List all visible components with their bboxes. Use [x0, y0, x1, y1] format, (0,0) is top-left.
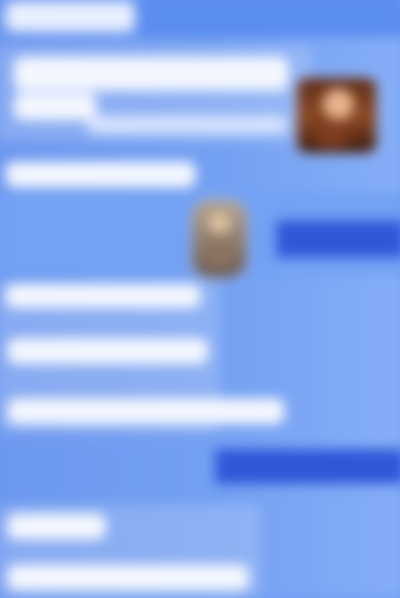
story-title-4[interactable]: [8, 399, 283, 423]
feed-canvas: [0, 0, 400, 598]
headline-line-3: [88, 116, 287, 132]
story-title-3[interactable]: [8, 339, 207, 363]
divider: [0, 441, 400, 442]
story-title-6[interactable]: [8, 565, 248, 589]
story-title-5[interactable]: [8, 514, 105, 538]
top-text-block: [6, 2, 134, 31]
story-title-2[interactable]: [6, 285, 200, 307]
accent-stripe-upper: [277, 221, 400, 258]
portrait-image-middle[interactable]: [192, 200, 247, 278]
headline-line-2: [14, 94, 96, 120]
top-right-region: [139, 0, 400, 37]
headline-line-1: [14, 57, 287, 90]
story-title-1[interactable]: [6, 162, 195, 186]
portrait-image-top[interactable]: [297, 78, 377, 153]
accent-stripe-lower: [215, 449, 400, 484]
